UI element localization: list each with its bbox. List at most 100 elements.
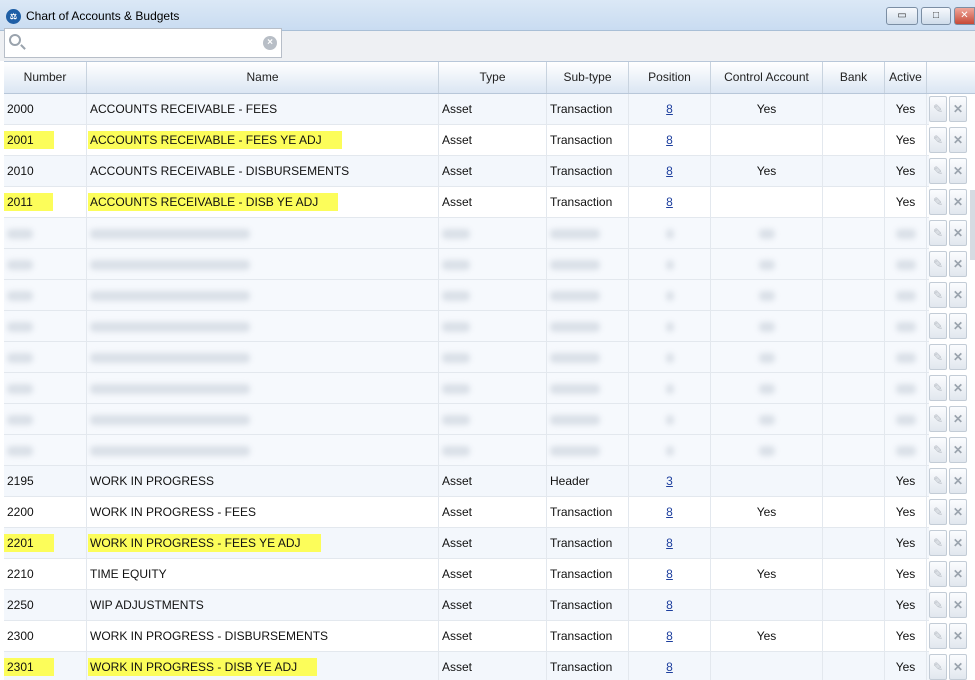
delete-icon[interactable]: ✕ — [949, 96, 967, 122]
cell-position[interactable]: 8 — [629, 156, 711, 186]
redacted-text — [7, 445, 33, 456]
clear-search-icon[interactable]: × — [263, 36, 277, 50]
column-header-name[interactable]: Name — [87, 62, 439, 93]
edit-icon[interactable]: ✎ — [929, 251, 947, 277]
edit-icon[interactable]: ✎ — [929, 406, 947, 432]
edit-icon[interactable]: ✎ — [929, 561, 947, 587]
cell-position[interactable]: 8 — [629, 652, 711, 680]
edit-icon[interactable]: ✎ — [929, 158, 947, 184]
edit-icon[interactable]: ✎ — [929, 375, 947, 401]
edit-icon[interactable]: ✎ — [929, 96, 947, 122]
cell-number: 2210 — [4, 559, 87, 589]
redacted-text — [550, 383, 600, 394]
edit-icon[interactable]: ✎ — [929, 530, 947, 556]
redacted-cell — [439, 218, 547, 248]
redacted-text — [758, 414, 775, 425]
redacted-text — [895, 321, 916, 332]
redacted-cell — [87, 342, 439, 372]
search-input[interactable] — [27, 31, 257, 55]
redacted-cell — [439, 435, 547, 465]
table-row[interactable]: 2195 WORK IN PROGRESS Asset Header 3 Yes — [4, 466, 929, 497]
delete-icon[interactable]: ✕ — [949, 623, 967, 649]
table-row[interactable]: 2000 ACCOUNTS RECEIVABLE - FEES Asset Trans… — [4, 94, 929, 125]
redacted-cell — [823, 435, 885, 465]
edit-icon[interactable]: ✎ — [929, 282, 947, 308]
table-row[interactable]: 2300 WORK IN PROGRESS - DISBURSEMENTS Asse… — [4, 621, 929, 652]
delete-icon[interactable]: ✕ — [949, 530, 967, 556]
redacted-cell — [87, 373, 439, 403]
redacted-cell — [711, 280, 823, 310]
edit-icon[interactable]: ✎ — [929, 468, 947, 494]
redacted-text — [7, 321, 33, 332]
minimize-button[interactable]: ▭ — [886, 7, 918, 25]
cell-bank — [823, 621, 885, 651]
delete-icon[interactable]: ✕ — [949, 561, 967, 587]
delete-icon[interactable]: ✕ — [949, 251, 967, 277]
edit-icon[interactable]: ✎ — [929, 499, 947, 525]
column-header-subtype[interactable]: Sub-type — [547, 62, 629, 93]
column-header-active[interactable]: Active — [885, 62, 927, 93]
column-header-bank[interactable]: Bank — [823, 62, 885, 93]
cell-number: 2195 — [4, 466, 87, 496]
column-header-number[interactable]: Number — [4, 62, 87, 93]
cell-position[interactable]: 8 — [629, 94, 711, 124]
maximize-button[interactable]: □ — [921, 7, 951, 25]
column-header-type[interactable]: Type — [439, 62, 547, 93]
table-row[interactable]: 2200 WORK IN PROGRESS - FEES Asset Transact… — [4, 497, 929, 528]
cell-position[interactable]: 8 — [629, 125, 711, 155]
delete-icon[interactable]: ✕ — [949, 468, 967, 494]
redacted-cell — [885, 342, 927, 372]
table-row[interactable]: 2001 ACCOUNTS RECEIVABLE - FEES YE ADJ Ass… — [4, 125, 929, 156]
cell-position[interactable]: 8 — [629, 590, 711, 620]
cell-name: ACCOUNTS RECEIVABLE - DISB YE ADJ — [87, 187, 439, 217]
edit-icon[interactable]: ✎ — [929, 189, 947, 215]
delete-icon[interactable]: ✕ — [949, 282, 967, 308]
delete-icon[interactable]: ✕ — [949, 437, 967, 463]
column-header-position[interactable]: Position — [629, 62, 711, 93]
cell-position[interactable]: 3 — [629, 466, 711, 496]
delete-icon[interactable]: ✕ — [949, 592, 967, 618]
edit-icon[interactable]: ✎ — [929, 220, 947, 246]
cell-control-account — [711, 590, 823, 620]
column-header-control-account[interactable]: Control Account — [711, 62, 823, 93]
cell-number: 2010 — [4, 156, 87, 186]
table-row[interactable]: 2011 ACCOUNTS RECEIVABLE - DISB YE ADJ Ass… — [4, 187, 929, 218]
edit-icon[interactable]: ✎ — [929, 344, 947, 370]
edit-icon[interactable]: ✎ — [929, 313, 947, 339]
delete-icon[interactable]: ✕ — [949, 127, 967, 153]
scrollbar[interactable] — [970, 190, 975, 260]
table-row[interactable]: 2250 WIP ADJUSTMENTS Asset Transaction 8 Yes — [4, 590, 929, 621]
cell-position[interactable]: 8 — [629, 559, 711, 589]
cell-control-account — [711, 466, 823, 496]
delete-icon[interactable]: ✕ — [949, 375, 967, 401]
edit-icon[interactable]: ✎ — [929, 623, 947, 649]
redacted-text — [758, 445, 775, 456]
close-button[interactable]: ✕ — [954, 7, 975, 25]
redacted-text — [550, 290, 600, 301]
table-row[interactable]: 2201 WORK IN PROGRESS - FEES YE ADJ Asset T… — [4, 528, 929, 559]
cell-position[interactable]: 8 — [629, 528, 711, 558]
delete-icon[interactable]: ✕ — [949, 189, 967, 215]
delete-icon[interactable]: ✕ — [949, 499, 967, 525]
delete-icon[interactable]: ✕ — [949, 158, 967, 184]
delete-icon[interactable]: ✕ — [949, 344, 967, 370]
table-row[interactable]: 2301 WORK IN PROGRESS - DISB YE ADJ Asset T… — [4, 652, 929, 680]
cell-position[interactable]: 8 — [629, 497, 711, 527]
cell-control-account — [711, 187, 823, 217]
edit-icon[interactable]: ✎ — [929, 127, 947, 153]
edit-icon[interactable]: ✎ — [929, 592, 947, 618]
delete-icon[interactable]: ✕ — [949, 406, 967, 432]
cell-position[interactable]: 8 — [629, 621, 711, 651]
delete-icon[interactable]: ✕ — [949, 220, 967, 246]
table-row[interactable]: 2210 TIME EQUITY Asset Transaction 8 Yes Yes — [4, 559, 929, 590]
table-row[interactable]: 2010 ACCOUNTS RECEIVABLE - DISBURSEMENTS A… — [4, 156, 929, 187]
cell-position[interactable]: 8 — [629, 187, 711, 217]
table-row-redacted — [4, 373, 929, 404]
cell-bank — [823, 125, 885, 155]
redacted-text — [7, 414, 33, 425]
edit-icon[interactable]: ✎ — [929, 437, 947, 463]
cell-number: 2300 — [4, 621, 87, 651]
delete-icon[interactable]: ✕ — [949, 654, 967, 680]
delete-icon[interactable]: ✕ — [949, 313, 967, 339]
edit-icon[interactable]: ✎ — [929, 654, 947, 680]
